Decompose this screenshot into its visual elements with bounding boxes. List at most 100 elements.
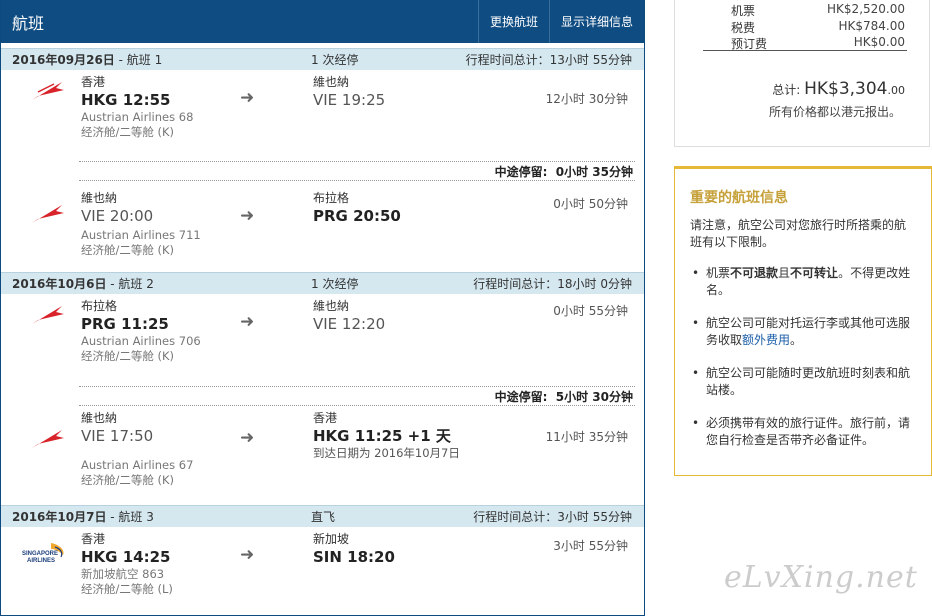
austrian-airlines-logo-icon — [32, 430, 64, 448]
cabin-class: 经济舱/二等舱 (K) — [81, 125, 175, 139]
arrival-time: VIE 19:25 — [313, 91, 386, 109]
cabin-class: 经济舱/二等舱 (K) — [81, 349, 175, 363]
airline-flight: Austrian Airlines 711 — [81, 228, 201, 242]
price-summary: 机票 HK$2,520.00 税费 HK$784.00 预订费 HK$0.00 总计:… — [674, 0, 930, 147]
leg-header: 2016年10月7日 - 航班 3 直飞 行程时间总计：3小时 55分钟 — [1, 505, 644, 527]
segment-duration: 3小时 55分钟 — [553, 539, 628, 553]
price-value: HK$2,520.00 — [827, 2, 905, 16]
price-row: 税费 HK$784.00 — [705, 19, 905, 36]
price-value: HK$784.00 — [838, 19, 905, 33]
destination-city: 維也納 — [313, 299, 350, 313]
arrival-time: SIN 18:20 — [313, 548, 395, 566]
flight-segment: 布拉格 PRG 11:25 Austrian Airlines 706 经济舱/… — [1, 294, 644, 386]
item-bold: 不可退款 — [730, 266, 779, 280]
departure-time: PRG 11:25 — [81, 315, 169, 333]
leg-label: 航班 2 — [118, 277, 154, 291]
flight-segment: SINGAPORE AIRLINES 香港 HKG 14:25 新加坡航空 86… — [1, 527, 644, 615]
item-text: 航空公司可能随时更改航班时刻表和航站楼。 — [706, 366, 911, 397]
destination-city: 布拉格 — [313, 191, 350, 205]
item-bold: 不可转让 — [790, 266, 839, 280]
item-text: 航空公司可能对托运行李或其他可选服务收取 — [706, 316, 911, 347]
price-note: 所有价格都以港元报出。 — [768, 105, 901, 119]
origin-city: 香港 — [81, 75, 106, 89]
arrow-right-icon: ➜ — [240, 545, 255, 565]
departure-time: VIE 17:50 — [81, 427, 154, 445]
layover-time: 5小时 30分钟 — [555, 389, 633, 404]
austrian-airlines-logo-icon — [32, 205, 64, 223]
important-intro: 请注意，航空公司对您旅行时所搭乘的航班有以下限制。 — [690, 218, 907, 249]
change-flight-button[interactable]: 更换航班 — [477, 0, 549, 43]
bullet-icon: • — [692, 266, 700, 280]
leg-label: 航班 1 — [126, 53, 163, 67]
leg-total-time: 行程时间总计：18小时 0分钟 — [473, 277, 632, 291]
flights-header: 航班 更换航班 显示详细信息 — [1, 0, 644, 43]
destination-city: 新加坡 — [313, 532, 350, 546]
arrow-right-icon: ➜ — [240, 428, 255, 448]
arrival-date-note: 到达日期为 2016年10月7日 — [313, 446, 460, 460]
leg-total-time: 行程时间总计：13小时 55分钟 — [465, 53, 632, 67]
price-row: 机票 HK$2,520.00 — [705, 2, 905, 19]
leg-stops: 直飞 — [311, 510, 336, 524]
flight-segment: 維也納 VIE 17:50 Austrian Airlines 67 经济舱/二… — [1, 406, 644, 505]
arrow-right-icon: ➜ — [240, 312, 255, 332]
layover-label: 中途停留: — [494, 389, 548, 404]
total-label: 总计: — [772, 83, 801, 97]
leg-stops: 1 次经停 — [311, 53, 359, 67]
svg-text:AIRLINES: AIRLINES — [27, 558, 55, 564]
show-details-button[interactable]: 显示详细信息 — [548, 0, 644, 43]
app: 航班 更换航班 显示详细信息 2016年09月26日 - 航班 1 1 次经停 … — [0, 0, 932, 616]
arrow-right-icon: ➜ — [240, 88, 255, 108]
layover-time: 0小时 35分钟 — [555, 164, 633, 179]
singapore-airlines-logo-icon: SINGAPORE AIRLINES — [22, 543, 64, 564]
departure-time: HKG 12:55 — [81, 91, 171, 109]
origin-city: 維也納 — [81, 191, 118, 205]
total-amount: HK$3,304 — [804, 79, 888, 99]
airline-flight: Austrian Airlines 706 — [81, 334, 201, 348]
price-label: 机票 — [731, 4, 756, 18]
flight-segment: 維也納 VIE 20:00 Austrian Airlines 711 经济舱/… — [1, 181, 644, 272]
cabin-class: 经济舱/二等舱 (K) — [81, 473, 175, 487]
airline-flight: 新加坡航空 863 — [81, 567, 165, 581]
price-divider — [703, 50, 907, 51]
segment-duration: 11小时 35分钟 — [545, 430, 628, 444]
flights-panel: 航班 更换航班 显示详细信息 2016年09月26日 - 航班 1 1 次经停 … — [0, 0, 645, 616]
layover-bar: 中途停留: 5小时 30分钟 — [79, 386, 635, 406]
restrictions-list: • 机票不可退款且不可转让。不得更改姓名。 • 航空公司可能对托运行李或其他可选服务… — [690, 265, 913, 449]
watermark: eLvXing.net — [724, 560, 918, 595]
layover-label: 中途停留: — [494, 164, 548, 179]
arrow-right-icon: ➜ — [240, 206, 255, 226]
origin-city: 維也納 — [81, 411, 118, 425]
leg-stops: 1 次经停 — [311, 277, 359, 291]
extra-fees-link[interactable]: 额外费用 — [742, 333, 790, 347]
item-text: 机票 — [706, 266, 731, 280]
total-cents: .00 — [887, 84, 906, 97]
austrian-airlines-logo-icon — [32, 306, 64, 324]
leg-date: 2016年10月6日 — [12, 277, 107, 291]
departure-time: VIE 20:00 — [81, 207, 154, 225]
leg-total-time: 行程时间总计：3小时 55分钟 — [473, 510, 632, 524]
origin-city: 布拉格 — [81, 299, 118, 313]
important-info-box: 重要的航班信息 请注意，航空公司对您旅行时所搭乘的航班有以下限制。 • 机票不可退… — [674, 166, 932, 476]
cabin-class: 经济舱/二等舱 (L) — [81, 582, 173, 596]
destination-city: 維也納 — [313, 75, 350, 89]
origin-city: 香港 — [81, 532, 106, 546]
leg-label: 航班 3 — [118, 510, 154, 524]
price-total: 总计: HK$3,304.00 — [772, 79, 905, 99]
svg-text:SINGAPORE: SINGAPORE — [22, 551, 58, 557]
bullet-icon: • — [692, 366, 700, 380]
segment-duration: 0小时 50分钟 — [553, 197, 628, 211]
item-text: 且 — [778, 266, 791, 280]
arrival-time: PRG 20:50 — [313, 207, 401, 225]
list-item: • 航空公司可能对托运行李或其他可选服务收取额外费用。 — [690, 315, 913, 349]
bullet-icon: • — [692, 416, 700, 430]
item-text: 必须携带有效的旅行证件。旅行前，请您自行检查是否带齐必备证件。 — [706, 416, 911, 447]
leg-header: 2016年09月26日 - 航班 1 1 次经停 行程时间总计：13小时 55分… — [1, 48, 644, 70]
destination-city: 香港 — [313, 411, 338, 425]
airline-flight: Austrian Airlines 67 — [81, 458, 194, 472]
layover-bar: 中途停留: 0小时 35分钟 — [79, 161, 635, 181]
departure-time: HKG 14:25 — [81, 548, 171, 566]
airline-flight: Austrian Airlines 68 — [81, 110, 194, 124]
leg-header: 2016年10月6日 - 航班 2 1 次经停 行程时间总计：18小时 0分钟 — [1, 272, 644, 294]
leg-date: 2016年09月26日 — [12, 53, 115, 67]
austrian-airlines-logo-icon — [32, 82, 64, 100]
